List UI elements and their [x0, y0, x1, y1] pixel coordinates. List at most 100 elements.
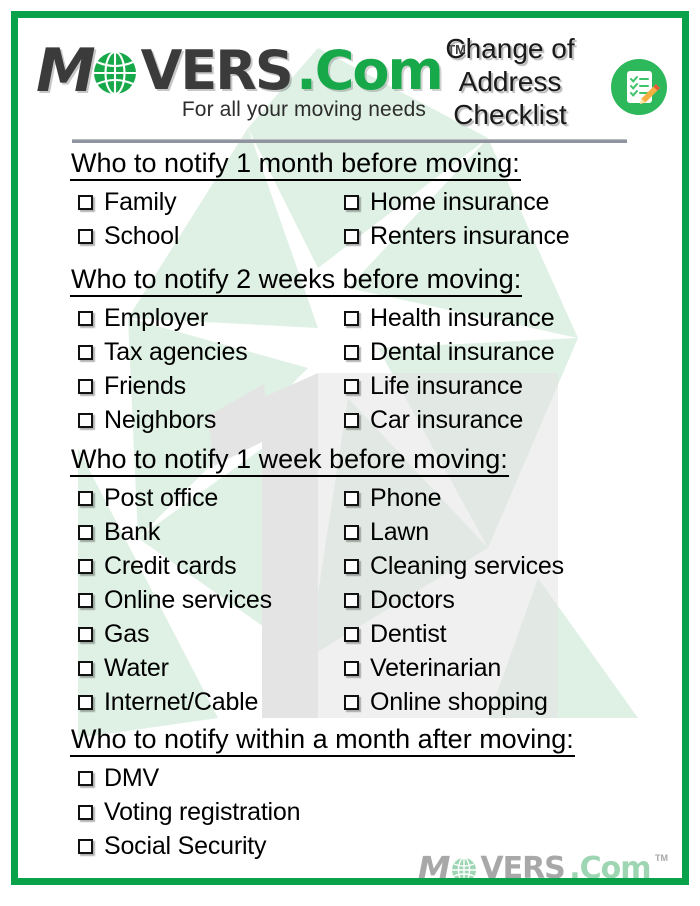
checkbox-icon[interactable]	[78, 310, 93, 326]
checkbox-icon[interactable]	[344, 694, 359, 710]
checkbox-icon[interactable]	[78, 558, 93, 574]
checklist-item-label: Life insurance	[370, 372, 523, 400]
checklist-item-label: Renters insurance	[370, 222, 570, 250]
checklist-item[interactable]: Car insurance	[344, 403, 523, 437]
checklist-row: Credit cards Cleaning services	[18, 549, 682, 583]
checklist-item-label: Water	[104, 654, 169, 682]
checklist-item[interactable]: DMV	[78, 761, 159, 795]
checklist-item-label: Dental insurance	[370, 338, 555, 366]
checklist-item[interactable]: Online shopping	[344, 685, 548, 719]
section-title: Who to notify 2 weeks before moving:	[70, 264, 523, 297]
checklist-item-label: Bank	[104, 518, 161, 546]
checklist-item[interactable]: Water	[78, 651, 169, 685]
checklist-item[interactable]: Friends	[78, 369, 186, 403]
checklist-item[interactable]: Home insurance	[344, 185, 549, 219]
checklist-item[interactable]: Gas	[78, 617, 149, 651]
footer-logo-letter-m: M	[417, 849, 451, 888]
checklist-item[interactable]: Neighbors	[78, 403, 216, 437]
checklist-item[interactable]: Lawn	[344, 515, 429, 549]
page-title-line-1: Change of	[445, 33, 575, 64]
checkbox-icon[interactable]	[78, 694, 93, 710]
checklist-item[interactable]: Renters insurance	[344, 219, 570, 253]
checklist-row: School Renters insurance	[18, 219, 682, 253]
checklist-item[interactable]: Family	[78, 185, 177, 219]
checklist-item[interactable]: Phone	[344, 481, 441, 515]
checklist-item-label: Home insurance	[370, 188, 550, 216]
checkbox-icon[interactable]	[344, 194, 359, 210]
checkbox-icon[interactable]	[78, 412, 93, 428]
checklist-clipboard-pencil-icon	[610, 58, 668, 116]
checkbox-icon[interactable]	[344, 344, 359, 360]
checkbox-icon[interactable]	[78, 194, 93, 210]
checklist-row: Family Home insurance	[18, 185, 682, 219]
checklist-item[interactable]: Bank	[78, 515, 160, 549]
checklist-row: Employer Health insurance	[18, 301, 682, 335]
checklist-item-label: Veterinarian	[370, 654, 502, 682]
checklist-item[interactable]: School	[78, 219, 179, 253]
checkbox-icon[interactable]	[344, 310, 359, 326]
checklist-item-label: Friends	[104, 372, 186, 400]
checkbox-icon[interactable]	[78, 378, 93, 394]
checklist-item[interactable]: Voting registration	[78, 795, 301, 829]
checklist-item-label: Online services	[104, 586, 272, 614]
checklist-item[interactable]: Internet/Cable	[78, 685, 258, 719]
checklist-item-label: Neighbors	[104, 406, 217, 434]
checkbox-icon[interactable]	[344, 558, 359, 574]
checklist-item[interactable]: Life insurance	[344, 369, 523, 403]
checkbox-icon[interactable]	[78, 626, 93, 642]
checklist-item-label: Car insurance	[370, 406, 524, 434]
checkbox-icon[interactable]	[78, 524, 93, 540]
checklist-row: Voting registration	[18, 795, 682, 829]
checkbox-icon[interactable]	[344, 378, 359, 394]
checklist-item-label: Internet/Cable	[104, 688, 259, 716]
checklist-item[interactable]: Credit cards	[78, 549, 237, 583]
page-title-line-3: Checklist	[453, 99, 567, 130]
section-title: Who to notify 1 month before moving:	[70, 148, 521, 181]
checkbox-icon[interactable]	[344, 228, 359, 244]
checklist-row: Bank Lawn	[18, 515, 682, 549]
movers-logo: M VERS .Com TM For all your moving needs	[36, 36, 466, 140]
globe-icon	[92, 50, 138, 96]
checklist-item[interactable]: Health insurance	[344, 301, 555, 335]
checklist-item[interactable]: Employer	[78, 301, 208, 335]
checkbox-icon[interactable]	[344, 660, 359, 676]
checkbox-icon[interactable]	[78, 228, 93, 244]
checklist-row: DMV	[18, 761, 682, 795]
checklist-row: Post office Phone	[18, 481, 682, 515]
checklist-item[interactable]: Cleaning services	[344, 549, 564, 583]
checklist-item[interactable]: Dentist	[344, 617, 447, 651]
checkbox-icon[interactable]	[78, 592, 93, 608]
checklist-item[interactable]: Veterinarian	[344, 651, 501, 685]
checklist-item-label: Employer	[104, 304, 208, 332]
checklist-item-label: Voting registration	[104, 798, 301, 826]
checklist-item[interactable]: Online services	[78, 583, 272, 617]
checkbox-icon[interactable]	[344, 524, 359, 540]
section-items: Post office Phone Bank Lawn Credit cards Clea…	[18, 481, 682, 719]
checklist-section: Who to notify 1 week before moving: Post …	[18, 444, 682, 719]
checklist-section: Who to notify 1 month before moving: Fami…	[18, 148, 682, 253]
footer-logo-text-vers: VERS	[480, 851, 565, 886]
checkbox-icon[interactable]	[78, 770, 93, 786]
logo-letter-m: M	[36, 36, 96, 106]
checklist-item[interactable]: Doctors	[344, 583, 455, 617]
globe-icon	[451, 857, 477, 883]
checkbox-icon[interactable]	[344, 412, 359, 428]
checkbox-icon[interactable]	[344, 490, 359, 506]
logo-tagline: For all your moving needs	[181, 98, 426, 121]
checklist-item[interactable]: Post office	[78, 481, 218, 515]
logo-text-vers: VERS	[140, 39, 294, 102]
checkbox-icon[interactable]	[78, 490, 93, 506]
checklist-item-label: Lawn	[370, 518, 429, 546]
checklist-item[interactable]: Dental insurance	[344, 335, 555, 369]
checklist-row: Tax agencies Dental insurance	[18, 335, 682, 369]
checkbox-icon[interactable]	[344, 626, 359, 642]
checkbox-icon[interactable]	[344, 592, 359, 608]
checkbox-icon[interactable]	[78, 804, 93, 820]
checkbox-icon[interactable]	[78, 660, 93, 676]
checkbox-icon[interactable]	[78, 344, 93, 360]
checklist-row: Internet/Cable Online shopping	[18, 685, 682, 719]
checklist-item[interactable]: Tax agencies	[78, 335, 248, 369]
footer: M VERS .Com TM	[18, 838, 682, 890]
checklist-item-label: Online shopping	[370, 688, 548, 716]
logo-wordmark: M VERS .Com TM	[36, 36, 466, 106]
